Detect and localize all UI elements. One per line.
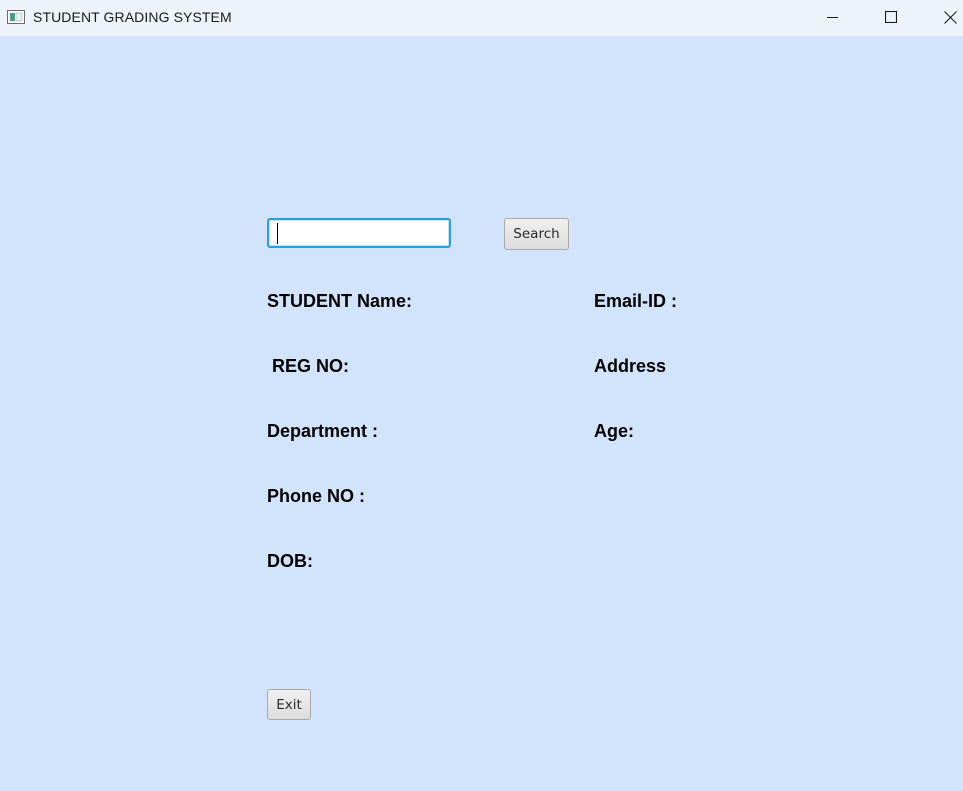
student-name-label: STUDENT Name: xyxy=(267,291,413,311)
reg-no-label: REG NO: xyxy=(267,356,350,376)
email-id-label: Email-ID : xyxy=(594,291,678,311)
close-icon xyxy=(943,10,957,24)
phone-no-label: Phone NO : xyxy=(267,486,365,506)
search-button[interactable]: Search xyxy=(504,218,569,250)
minimize-icon xyxy=(827,17,838,18)
exit-button[interactable]: Exit xyxy=(267,689,311,720)
app-icon xyxy=(7,10,25,24)
title-bar: STUDENT GRADING SYSTEM xyxy=(0,0,963,36)
close-button[interactable] xyxy=(921,0,963,34)
department-label: Department : xyxy=(267,421,379,441)
window-title: STUDENT GRADING SYSTEM xyxy=(33,9,232,25)
search-input[interactable] xyxy=(267,218,451,248)
text-cursor xyxy=(277,223,278,244)
app-window: STUDENT GRADING SYSTEM Search STUDENT Na… xyxy=(0,0,963,791)
age-label: Age: xyxy=(594,421,634,441)
address-label: Address xyxy=(594,356,667,376)
maximize-icon xyxy=(885,11,897,23)
minimize-button[interactable] xyxy=(804,0,862,34)
dob-label: DOB: xyxy=(267,551,313,571)
maximize-button[interactable] xyxy=(862,0,920,34)
